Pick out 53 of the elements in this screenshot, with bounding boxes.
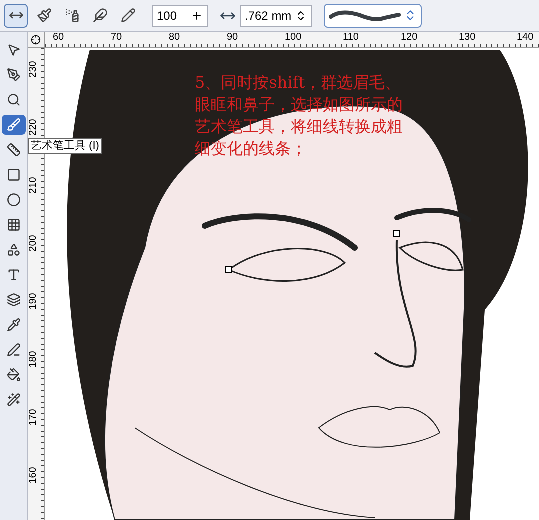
ruler-label: 130 [459, 32, 477, 45]
width-value: .762 mm [245, 8, 292, 24]
ruler-label: 210 [28, 177, 39, 194]
spray-can-icon [64, 8, 80, 23]
ruler-label: 220 [28, 119, 39, 136]
brush-icon [6, 118, 20, 132]
ruler-label: 60 [53, 32, 66, 45]
annotation-line: 细变化的线条； [195, 138, 308, 160]
layers-icon [6, 293, 20, 307]
eyedropper-icon [6, 318, 20, 332]
ruler-label: 190 [28, 293, 39, 310]
tooltip: 艺术笔工具 (I) [28, 138, 102, 154]
shapes-icon [6, 243, 20, 257]
smoothing-value: 100 [157, 8, 178, 24]
rectangle-icon [6, 168, 20, 182]
zoom-icon [6, 93, 20, 107]
brush-stroke-icon [329, 8, 401, 22]
ruler-label: 90 [227, 32, 240, 45]
ruler-label: 180 [28, 351, 39, 368]
ruler-corner[interactable] [28, 32, 45, 48]
eye-drawing [399, 242, 464, 272]
ruler-label: 70 [111, 32, 124, 45]
ruler-label: 160 [28, 467, 39, 484]
wand-icon [6, 393, 20, 407]
pen-tool-icon [6, 68, 20, 82]
ruler-label: 170 [28, 409, 39, 426]
pointer-icon [6, 43, 20, 57]
annotation-line: 5、同时按shift，群选眉毛、 [195, 72, 402, 94]
table-icon [6, 218, 20, 232]
ruler-label: 120 [401, 32, 419, 45]
crosshair-icon [31, 34, 41, 44]
text-icon [6, 268, 20, 282]
ruler-icon [6, 143, 20, 157]
ellipse-icon [6, 193, 20, 207]
mode-button[interactable] [4, 4, 28, 28]
ruler-label: 110 [343, 32, 360, 45]
smoothing-field[interactable]: 100 [152, 4, 208, 26]
pen-icon [6, 343, 20, 357]
width-field[interactable]: .762 mm [240, 4, 312, 26]
node-handle[interactable] [226, 266, 232, 274]
pencil-icon [120, 8, 136, 23]
tool-button[interactable] [2, 115, 26, 135]
spinner-icon [295, 10, 307, 22]
pen-nib-icon [92, 8, 108, 23]
ruler-label: 140 [517, 32, 535, 45]
stroke-dropdown[interactable] [324, 4, 422, 28]
ruler-label: 200 [28, 235, 39, 252]
paint-bucket-icon [6, 368, 20, 382]
brush-icon [36, 8, 52, 23]
node-handle[interactable] [394, 230, 400, 238]
ruler-label: 80 [169, 32, 182, 45]
ruler-label: 230 [28, 61, 39, 78]
ruler-label: 100 [285, 32, 303, 45]
